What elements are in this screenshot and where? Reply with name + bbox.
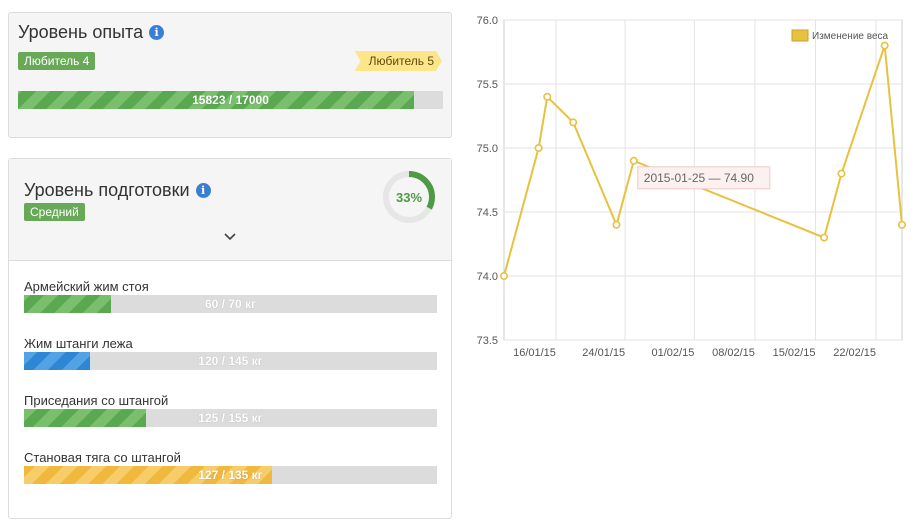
data-point (499, 271, 508, 280)
exercise-name: Жим штанги лежа (24, 336, 133, 351)
y-tick-label: 76.0 (477, 15, 498, 27)
exercise-progress-label: 120 / 145 кг (198, 354, 263, 368)
exercise-progress-label: 125 / 155 кг (198, 411, 263, 425)
x-tick-label: 22/02/15 (833, 347, 876, 359)
data-point (820, 233, 829, 242)
exercise-name: Приседания со штангой (24, 393, 169, 408)
x-tick-label: 08/02/15 (712, 347, 755, 359)
current-level-badge: Любитель 4 (18, 52, 96, 70)
tooltip-text: 2015-01-25 — 74.90 (644, 171, 754, 185)
exercise-name: Армейский жим стоя (24, 279, 149, 294)
data-point (534, 144, 543, 153)
legend-swatch (791, 29, 809, 42)
y-tick-label: 74.5 (477, 207, 498, 219)
legend-label: Изменение веса (812, 31, 889, 42)
experience-progress-label: 15823 / 17000 (192, 93, 269, 107)
exercise-progress-label: 127 / 135 кг (198, 468, 263, 482)
donut-percent-label: 33% (396, 190, 422, 205)
data-point (837, 169, 846, 178)
info-icon[interactable]: i (195, 183, 211, 198)
exercise-progress-bar: 120 / 145 кг (24, 352, 437, 370)
exercise-progress-label: 60 / 70 кг (204, 297, 257, 311)
exercise-progress-bar: 125 / 155 кг (24, 409, 437, 427)
data-point (629, 156, 638, 165)
y-tick-label: 73.5 (477, 335, 498, 347)
data-point (543, 92, 552, 101)
exercise-name: Становая тяга со штангой (24, 450, 181, 465)
preparation-header[interactable]: Уровень подготовки i Средний 33% (9, 159, 451, 261)
data-point (897, 220, 906, 229)
x-tick-label: 15/02/15 (773, 347, 816, 359)
exercise-progress-bar: 127 / 135 кг (24, 466, 437, 484)
x-tick-label: 16/01/15 (513, 347, 556, 359)
data-point (612, 220, 621, 229)
next-level-badge: Любитель 5 (355, 51, 442, 71)
weight-chart: 73.5 74.0 74.5 75.0 75.5 76.0 16/01/15 24/01/15… (477, 15, 906, 359)
preparation-title: Уровень подготовки i (24, 180, 211, 201)
chevron-down-icon[interactable] (224, 233, 236, 241)
preparation-donut: 33% (383, 171, 435, 223)
x-tick-label: 24/01/15 (582, 347, 625, 359)
exercise-progress-bar: 60 / 70 кг (24, 295, 437, 313)
experience-title: Уровень опыта i (18, 22, 165, 43)
y-tick-label: 75.0 (477, 143, 498, 155)
y-tick-label: 75.5 (477, 79, 498, 91)
info-icon[interactable]: i (149, 25, 165, 40)
preparation-panel: Уровень подготовки i Средний 33% Армейск… (8, 158, 452, 519)
data-point (880, 41, 889, 50)
preparation-level-badge: Средний (24, 203, 85, 221)
y-tick-label: 74.0 (477, 271, 498, 283)
data-point (569, 118, 578, 127)
x-tick-label: 01/02/15 (652, 347, 695, 359)
experience-panel: Уровень опыта i Любитель 4 Любитель 5 15… (8, 12, 452, 138)
experience-progress-bar: 15823 / 17000 (18, 91, 443, 109)
